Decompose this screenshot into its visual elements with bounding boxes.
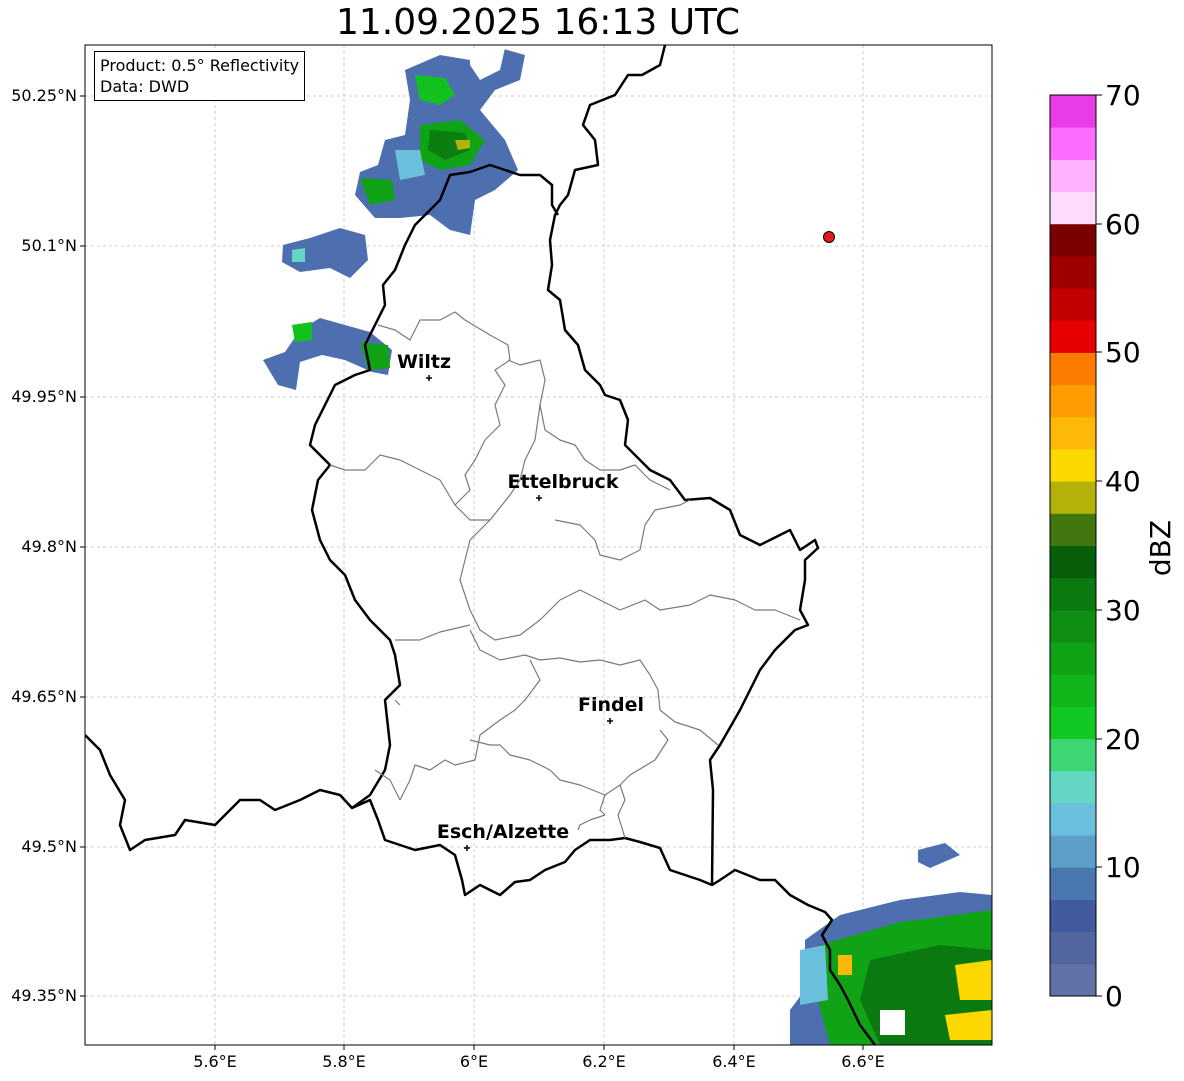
lat-tick-label: 50.1°N	[21, 236, 77, 255]
city-label-wiltz: Wiltz	[397, 351, 451, 373]
colorbar-segment	[1050, 706, 1096, 740]
colorbar-tick-label: 70	[1105, 79, 1141, 112]
colorbar	[1050, 95, 1096, 997]
colorbar-tick-label: 20	[1105, 723, 1141, 756]
location-marker	[823, 231, 835, 243]
colorbar-segment	[1050, 642, 1096, 675]
colorbar-segment	[1050, 288, 1096, 321]
colorbar-tick-label: 50	[1105, 336, 1141, 369]
colorbar-tick-label: 60	[1105, 208, 1141, 241]
lon-tick-label: 6.4°E	[712, 1052, 756, 1071]
info-box: Product: 0.5° Reflectivity Data: DWD	[94, 51, 306, 101]
colorbar-tick-label: 40	[1105, 465, 1141, 498]
colorbar-segment	[1050, 770, 1096, 804]
city-label-ettelbruck: Ettelbruck	[508, 471, 619, 493]
colorbar-segment	[1050, 577, 1096, 611]
colorbar-segment	[1050, 802, 1096, 836]
city-label-findel: Findel	[578, 694, 644, 716]
product-text: Product: 0.5° Reflectivity	[100, 56, 300, 75]
colorbar-segment	[1050, 835, 1096, 868]
colorbar-segment	[1050, 545, 1096, 579]
colorbar-segment	[1050, 931, 1096, 965]
colorbar-segment	[1050, 674, 1096, 707]
colorbar-segment	[1050, 963, 1096, 997]
colorbar-segment	[1050, 95, 1096, 128]
colorbar-segment	[1050, 255, 1096, 289]
colorbar-segment	[1050, 513, 1096, 546]
colorbar-segment	[1050, 416, 1096, 450]
colorbar-tick-label: 30	[1105, 594, 1141, 627]
colorbar-segment	[1050, 899, 1096, 933]
colorbar-segment	[1050, 320, 1096, 353]
lat-tick-label: 50.25°N	[11, 86, 77, 105]
colorbar-segment	[1050, 448, 1096, 482]
colorbar-segment	[1050, 159, 1096, 193]
colorbar-tick-label: 10	[1105, 851, 1141, 884]
map-frame	[85, 45, 992, 1045]
colorbar-segment	[1050, 223, 1096, 257]
colorbar-ticks: 0 10 20 30 40 50 60 70	[1096, 79, 1141, 1013]
lat-tick-label: 49.65°N	[11, 687, 77, 706]
lon-tick-label: 6.2°E	[582, 1052, 626, 1071]
colorbar-segment	[1050, 738, 1096, 772]
lon-tick-label: 5.8°E	[322, 1052, 366, 1071]
lon-tick-label: 6.6°E	[841, 1052, 885, 1071]
lat-tick-label: 49.5°N	[21, 837, 77, 856]
lat-ticks: 50.25°N 50.1°N 49.95°N 49.8°N 49.65°N 49…	[11, 86, 85, 1005]
lon-tick-label: 6°E	[460, 1052, 488, 1071]
colorbar-segment	[1050, 127, 1096, 160]
lat-tick-label: 49.35°N	[11, 986, 77, 1005]
colorbar-segment	[1050, 191, 1096, 225]
lon-ticks: 5.6°E 5.8°E 6°E 6.2°E 6.4°E 6.6°E	[193, 1045, 885, 1071]
colorbar-label: dBZ	[1144, 520, 1177, 576]
colorbar-segment	[1050, 352, 1096, 386]
lat-tick-label: 49.8°N	[21, 537, 77, 556]
colorbar-segment	[1050, 481, 1096, 514]
colorbar-segment	[1050, 609, 1096, 643]
lon-tick-label: 5.6°E	[193, 1052, 237, 1071]
colorbar-segment	[1050, 384, 1096, 418]
lat-tick-label: 49.95°N	[11, 387, 77, 406]
data-source-text: Data: DWD	[100, 77, 190, 96]
colorbar-tick-label: 0	[1105, 980, 1123, 1013]
city-label-esch: Esch/Alzette	[437, 821, 569, 843]
colorbar-segment	[1050, 867, 1096, 900]
radar-map: Wiltz Ettelbruck Findel Esch/Alzette 5.6…	[11, 44, 1177, 1071]
